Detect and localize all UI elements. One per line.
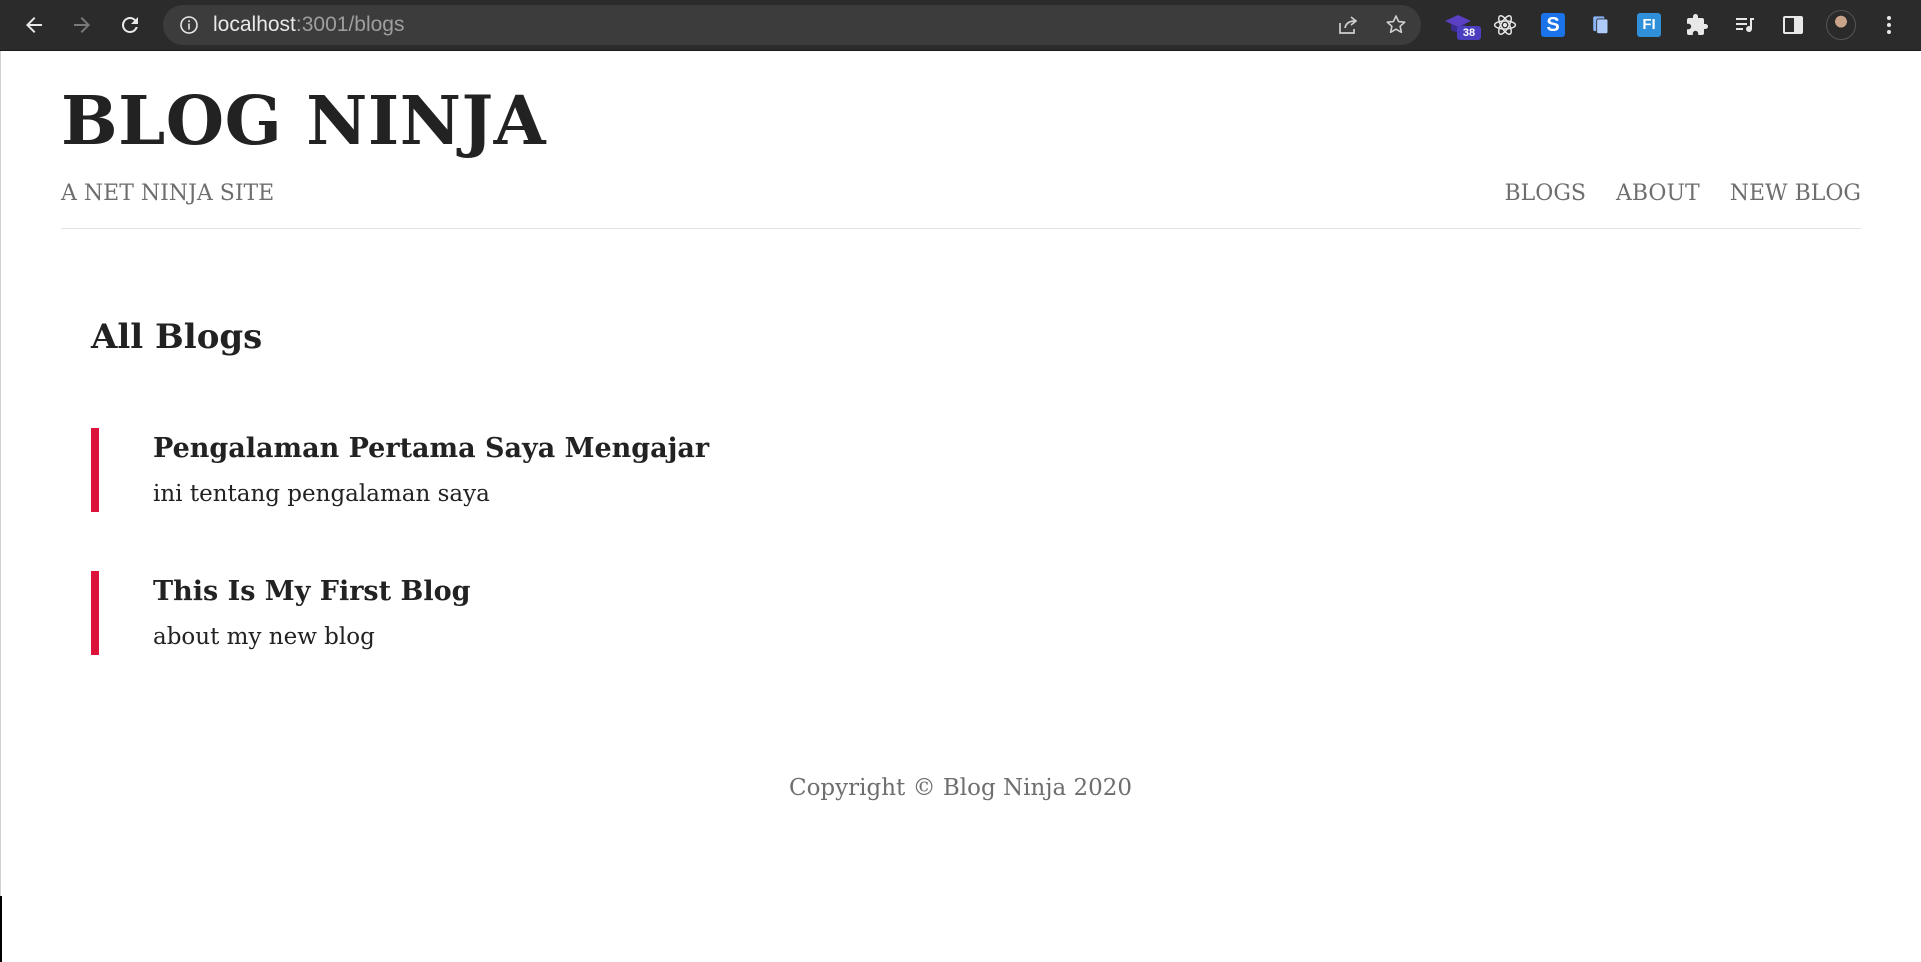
info-icon[interactable] [179, 15, 199, 35]
extensions-menu-button[interactable] [1682, 10, 1712, 40]
blogs-content: All Blogs Pengalaman Pertama Saya Mengaj… [91, 317, 1791, 655]
blog-item[interactable]: This Is My First Blog about my new blog [91, 571, 1791, 655]
s-extension-button[interactable]: S [1538, 10, 1568, 40]
star-icon[interactable] [1384, 13, 1408, 37]
extension-badge: 38 [1457, 26, 1481, 40]
media-queue-icon [1736, 18, 1754, 33]
avatar [1826, 10, 1856, 40]
react-icon [1493, 15, 1517, 35]
url-text[interactable]: localhost:3001/blogs [213, 5, 404, 45]
nav-link-new-blog[interactable]: NEW BLOG [1730, 181, 1861, 206]
viewport-edge-dark [0, 896, 2, 962]
profile-button[interactable] [1826, 10, 1856, 40]
back-button[interactable] [18, 9, 50, 41]
blog-snippet: about my new blog [153, 624, 375, 650]
browser-menu-button[interactable] [1874, 10, 1904, 40]
forward-button[interactable] [66, 9, 98, 41]
browser-toolbar: localhost:3001/blogs 38 S FI [0, 0, 1921, 51]
share-icon[interactable] [1336, 13, 1360, 37]
blog-title[interactable]: Pengalaman Pertama Saya Mengajar [153, 434, 709, 464]
media-control-button[interactable] [1730, 10, 1760, 40]
kebab-menu-icon [1887, 16, 1891, 34]
url-path: :3001/blogs [295, 13, 405, 36]
nav-link-blogs[interactable]: BLOGS [1505, 181, 1586, 206]
nav-link-about[interactable]: ABOUT [1616, 181, 1700, 206]
extensions-icon [1687, 14, 1708, 35]
blog-list: Pengalaman Pertama Saya Mengajar ini ten… [91, 428, 1791, 714]
blog-title[interactable]: This Is My First Blog [153, 577, 470, 607]
blog-item[interactable]: Pengalaman Pertama Saya Mengajar ini ten… [91, 428, 1791, 512]
side-panel-button[interactable] [1778, 10, 1808, 40]
copyright-text: Copyright © Blog Ninja 2020 [788, 775, 1133, 801]
site-tagline: A NET NINJA SITE [61, 181, 275, 206]
docs-extension-button[interactable] [1586, 10, 1616, 40]
reload-button[interactable] [114, 9, 146, 41]
s-extension-icon: S [1541, 13, 1565, 37]
reload-icon [121, 16, 138, 33]
main-nav: BLOGS ABOUT NEW BLOG [1505, 181, 1862, 206]
page-title: All Blogs [91, 317, 263, 357]
documents-icon [1593, 16, 1609, 35]
site-header: BLOG NINJA A NET NINJA SITE BLOGS ABOUT … [61, 51, 1861, 229]
site-title[interactable]: BLOG NINJA [61, 87, 546, 154]
fi-extension-icon: FI [1637, 13, 1661, 37]
graduation-extension-button[interactable]: 38 [1443, 10, 1481, 40]
viewport-edge [0, 51, 1, 896]
arrow-right-icon [74, 17, 90, 33]
fi-extension-button[interactable]: FI [1634, 10, 1664, 40]
react-devtools-button[interactable] [1490, 10, 1520, 40]
url-host: localhost [213, 13, 296, 36]
blog-snippet: ini tentang pengalaman saya [153, 481, 490, 507]
arrow-left-icon [26, 17, 42, 33]
site-footer: Copyright © Blog Ninja 2020 [0, 775, 1921, 801]
address-bar[interactable]: localhost:3001/blogs [163, 5, 1421, 45]
side-panel-icon [1783, 16, 1803, 34]
